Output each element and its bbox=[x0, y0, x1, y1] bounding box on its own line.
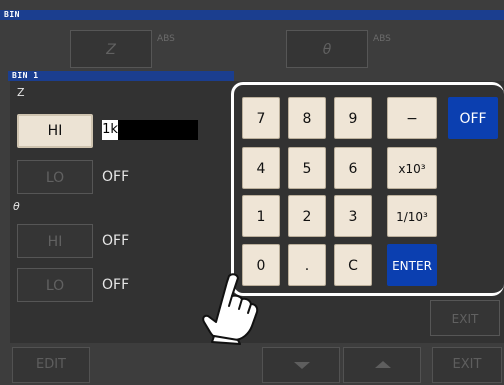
key-label: 3 bbox=[348, 209, 358, 225]
exit-button[interactable]: EXIT bbox=[432, 347, 502, 383]
theta-hi-value: OFF bbox=[102, 233, 130, 249]
z-hi-value: 1k bbox=[102, 120, 118, 140]
key-label: 1/10³ bbox=[396, 210, 428, 224]
theta-abs-button[interactable]: θ bbox=[286, 30, 368, 68]
pointing-hand-icon bbox=[202, 273, 259, 345]
theta-lo-value: OFF bbox=[102, 277, 130, 293]
key-enter[interactable]: ENTER bbox=[387, 244, 437, 286]
key-label: 5 bbox=[302, 161, 312, 177]
z-hi-button-label: HI bbox=[47, 123, 63, 139]
key-off[interactable]: OFF bbox=[448, 97, 498, 139]
key-label: 1 bbox=[256, 209, 266, 225]
theta-button-label: θ bbox=[322, 42, 332, 58]
z-abs-label: ABS bbox=[157, 34, 175, 44]
app-screen: BIN Z ABS θ ABS BIN 1 Z HI 1k LO OFF θ H… bbox=[0, 0, 504, 385]
key-1[interactable]: 1 bbox=[242, 195, 280, 237]
edit-button[interactable]: EDIT bbox=[12, 347, 90, 383]
z-lo-button-label: LO bbox=[45, 170, 65, 186]
key-label: 7 bbox=[256, 111, 266, 127]
z-lo-value: OFF bbox=[102, 169, 130, 185]
chevron-up-icon bbox=[375, 361, 391, 368]
z-abs-button[interactable]: Z bbox=[70, 30, 152, 68]
numeric-keypad: 7 8 9 − OFF 4 5 6 x10³ 1 2 3 1/10³ 0 . C… bbox=[231, 82, 504, 296]
theta-lo-button-label: LO bbox=[45, 278, 65, 294]
key-8[interactable]: 8 bbox=[288, 97, 326, 139]
key-label: 6 bbox=[348, 161, 358, 177]
key-2[interactable]: 2 bbox=[288, 195, 326, 237]
key-label: x10³ bbox=[398, 162, 426, 176]
z-hi-button[interactable]: HI bbox=[17, 114, 93, 148]
key-label: 2 bbox=[302, 209, 312, 225]
scroll-down-button[interactable] bbox=[262, 347, 340, 383]
panel-exit-label: EXIT bbox=[451, 312, 479, 326]
key-label: C bbox=[348, 258, 358, 274]
key-label: 9 bbox=[348, 111, 358, 127]
window-title-bar: BIN bbox=[0, 10, 504, 20]
theta-hi-button-label: HI bbox=[47, 234, 63, 250]
key-label: ENTER bbox=[392, 259, 432, 273]
panel-exit-button[interactable]: EXIT bbox=[430, 300, 500, 336]
exit-label: EXIT bbox=[452, 357, 482, 372]
chevron-down-icon bbox=[294, 362, 310, 369]
key-label: OFF bbox=[459, 111, 487, 127]
key-9[interactable]: 9 bbox=[334, 97, 372, 139]
theta-abs-label: ABS bbox=[373, 34, 391, 44]
key-clear[interactable]: C bbox=[334, 244, 372, 286]
theta-lo-button[interactable]: LO bbox=[17, 268, 93, 302]
key-label: . bbox=[304, 258, 310, 274]
z-label: Z bbox=[17, 86, 25, 99]
window-title: BIN bbox=[4, 10, 20, 19]
theta-label: θ bbox=[13, 200, 20, 213]
key-3[interactable]: 3 bbox=[334, 195, 372, 237]
key-dot[interactable]: . bbox=[288, 244, 326, 286]
key-7[interactable]: 7 bbox=[242, 97, 280, 139]
theta-hi-button[interactable]: HI bbox=[17, 224, 93, 258]
z-hi-value-field[interactable]: 1k bbox=[102, 120, 198, 140]
key-6[interactable]: 6 bbox=[334, 147, 372, 189]
key-label: 8 bbox=[302, 111, 312, 127]
bin1-title-bar: BIN 1 bbox=[8, 71, 234, 81]
key-label: − bbox=[406, 111, 418, 127]
z-button-label: Z bbox=[106, 42, 116, 58]
key-4[interactable]: 4 bbox=[242, 147, 280, 189]
key-minus[interactable]: − bbox=[387, 97, 437, 139]
key-5[interactable]: 5 bbox=[288, 147, 326, 189]
bin1-title: BIN 1 bbox=[12, 71, 39, 80]
edit-label: EDIT bbox=[36, 357, 66, 372]
z-lo-button[interactable]: LO bbox=[17, 160, 93, 194]
key-times-10-3[interactable]: x10³ bbox=[387, 147, 437, 189]
scroll-up-button[interactable] bbox=[343, 347, 421, 383]
key-label: 4 bbox=[256, 161, 266, 177]
key-div-10-3[interactable]: 1/10³ bbox=[387, 195, 437, 237]
